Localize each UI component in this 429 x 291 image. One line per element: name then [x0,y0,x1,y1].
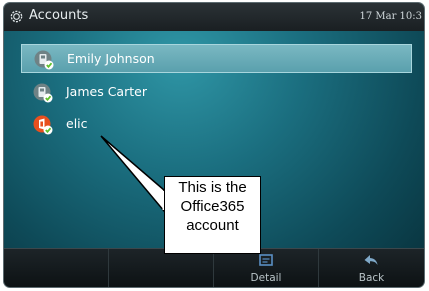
title-bar: Accounts 17 Mar 10:3 [4,3,424,31]
page-title: Accounts [29,8,89,23]
account-status-icon [34,50,54,70]
gear-icon [10,10,23,23]
annotation-callout: This is the Office365 account [164,176,261,254]
clock-date: 17 Mar 10:3 [359,11,422,22]
back-label: Back [358,272,385,284]
callout-line-1: This is the [178,179,247,196]
account-status-icon [33,83,53,103]
office365-icon [33,115,53,135]
softkey-2[interactable] [109,249,214,287]
back-arrow-icon [364,255,378,265]
callout-line-3: account [186,217,239,234]
account-row-james-carter[interactable]: James Carter [21,78,412,107]
account-name: James Carter [66,84,147,99]
detail-icon [259,254,273,266]
softkey-1[interactable] [4,249,109,287]
detail-softkey[interactable]: Detail [214,249,319,287]
account-row-emily-johnson[interactable]: Emily Johnson [21,44,412,73]
callout-line-2: Office365 [180,198,245,215]
account-name: Emily Johnson [67,51,155,66]
account-name: elic [66,116,88,131]
back-softkey[interactable]: Back [319,249,424,287]
detail-label: Detail [250,272,282,284]
account-row-elic[interactable]: elic [21,110,412,139]
